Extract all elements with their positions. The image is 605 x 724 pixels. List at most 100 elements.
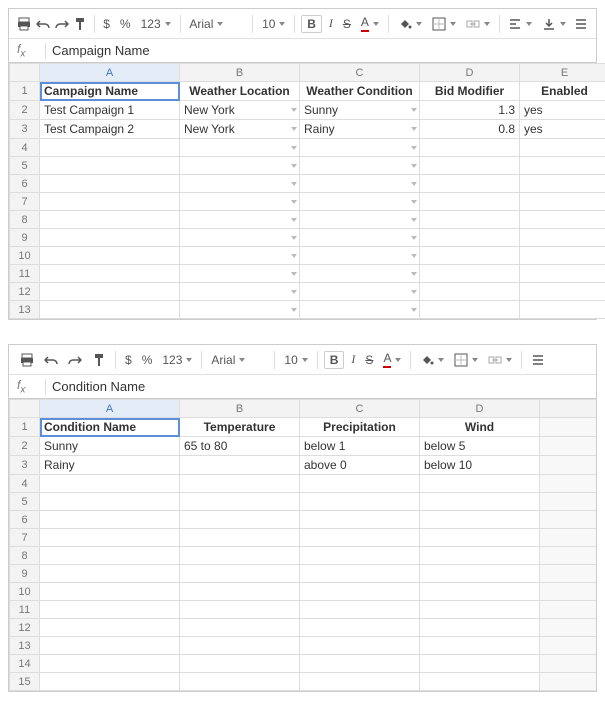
cell-B1[interactable]: Temperature <box>180 418 300 437</box>
cell[interactable] <box>40 211 180 229</box>
row-header[interactable]: 6 <box>10 511 40 529</box>
row-header[interactable]: 7 <box>10 193 40 211</box>
cell-B1[interactable]: Weather Location <box>180 82 300 101</box>
percent-format-button[interactable]: % <box>117 17 134 31</box>
cell[interactable] <box>300 655 420 673</box>
formula-input[interactable]: Campaign Name <box>52 43 588 58</box>
cell[interactable] <box>40 601 180 619</box>
row-header[interactable]: 7 <box>10 529 40 547</box>
dropdown-icon[interactable] <box>291 182 297 186</box>
cell[interactable] <box>420 265 520 283</box>
dropdown-icon[interactable] <box>411 127 417 131</box>
print-icon[interactable] <box>17 350 37 370</box>
font-size-dropdown[interactable]: 10 <box>259 17 288 31</box>
cell[interactable] <box>40 283 180 301</box>
number-format-dropdown[interactable]: 123 <box>138 17 174 31</box>
cell[interactable]: New York <box>180 101 300 120</box>
cell[interactable] <box>300 175 420 193</box>
cell[interactable] <box>40 493 180 511</box>
cell[interactable] <box>420 655 540 673</box>
cell[interactable]: below 5 <box>420 437 540 456</box>
cell[interactable] <box>300 301 420 319</box>
cell[interactable] <box>420 547 540 565</box>
cell[interactable] <box>420 601 540 619</box>
dropdown-icon[interactable] <box>411 146 417 150</box>
cell[interactable] <box>520 247 605 265</box>
cell[interactable]: 1.3 <box>420 101 520 120</box>
cell[interactable] <box>300 511 420 529</box>
cell[interactable] <box>540 493 597 511</box>
cell[interactable]: yes <box>520 101 605 120</box>
cell[interactable] <box>540 655 597 673</box>
row-header[interactable]: 14 <box>10 655 40 673</box>
cell[interactable] <box>300 583 420 601</box>
cell[interactable] <box>420 211 520 229</box>
cell[interactable] <box>520 301 605 319</box>
redo-icon[interactable] <box>54 14 69 34</box>
dropdown-icon[interactable] <box>291 200 297 204</box>
cell[interactable]: New York <box>180 120 300 139</box>
borders-dropdown[interactable] <box>429 17 459 31</box>
cell[interactable] <box>300 229 420 247</box>
strikethrough-button[interactable]: S <box>362 353 376 367</box>
row-header[interactable]: 4 <box>10 475 40 493</box>
cell[interactable] <box>180 673 300 691</box>
cell[interactable] <box>520 157 605 175</box>
cell[interactable] <box>40 583 180 601</box>
select-all-corner[interactable] <box>10 64 40 82</box>
cell[interactable] <box>540 418 597 437</box>
col-header-B[interactable]: B <box>180 64 300 82</box>
dropdown-icon[interactable] <box>411 164 417 168</box>
cell[interactable] <box>420 565 540 583</box>
cell[interactable] <box>520 139 605 157</box>
text-color-dropdown[interactable]: A <box>358 15 382 32</box>
row-header[interactable]: 5 <box>10 157 40 175</box>
cell[interactable] <box>180 456 300 475</box>
grid-table[interactable]: A B C D 1 Condition Name Temperature Pre… <box>9 399 596 691</box>
row-header[interactable]: 1 <box>10 418 40 437</box>
cell[interactable] <box>300 265 420 283</box>
cell[interactable] <box>540 456 597 475</box>
cell[interactable] <box>300 637 420 655</box>
strikethrough-button[interactable]: S <box>340 17 354 31</box>
cell[interactable] <box>420 157 520 175</box>
font-family-dropdown[interactable]: Arial <box>186 17 246 31</box>
cell[interactable] <box>40 193 180 211</box>
cell[interactable] <box>40 655 180 673</box>
cell[interactable] <box>180 529 300 547</box>
cell[interactable] <box>540 601 597 619</box>
dropdown-icon[interactable] <box>291 290 297 294</box>
cell[interactable] <box>40 475 180 493</box>
row-header[interactable]: 12 <box>10 619 40 637</box>
cell[interactable] <box>420 475 540 493</box>
cell[interactable] <box>180 229 300 247</box>
row-header[interactable]: 8 <box>10 211 40 229</box>
undo-icon[interactable] <box>36 14 51 34</box>
font-family-dropdown[interactable]: Arial <box>208 353 268 367</box>
dropdown-icon[interactable] <box>411 200 417 204</box>
cell[interactable] <box>420 619 540 637</box>
row-header[interactable]: 1 <box>10 82 40 101</box>
cell[interactable] <box>420 673 540 691</box>
cell[interactable] <box>180 511 300 529</box>
dropdown-icon[interactable] <box>291 164 297 168</box>
cell[interactable] <box>40 529 180 547</box>
text-wrap-button[interactable] <box>573 14 588 34</box>
cell[interactable] <box>180 547 300 565</box>
cell[interactable] <box>180 565 300 583</box>
cell[interactable] <box>300 493 420 511</box>
cell[interactable] <box>540 529 597 547</box>
borders-dropdown[interactable] <box>451 353 481 367</box>
cell[interactable] <box>420 511 540 529</box>
cell[interactable] <box>520 229 605 247</box>
cell[interactable]: Sunny <box>300 101 420 120</box>
select-all-corner[interactable] <box>10 400 40 418</box>
cell[interactable] <box>180 247 300 265</box>
row-header[interactable]: 9 <box>10 229 40 247</box>
cell[interactable] <box>180 601 300 619</box>
cell[interactable] <box>420 247 520 265</box>
cell[interactable] <box>520 283 605 301</box>
row-header[interactable]: 10 <box>10 583 40 601</box>
cell[interactable] <box>420 175 520 193</box>
cell[interactable] <box>520 265 605 283</box>
